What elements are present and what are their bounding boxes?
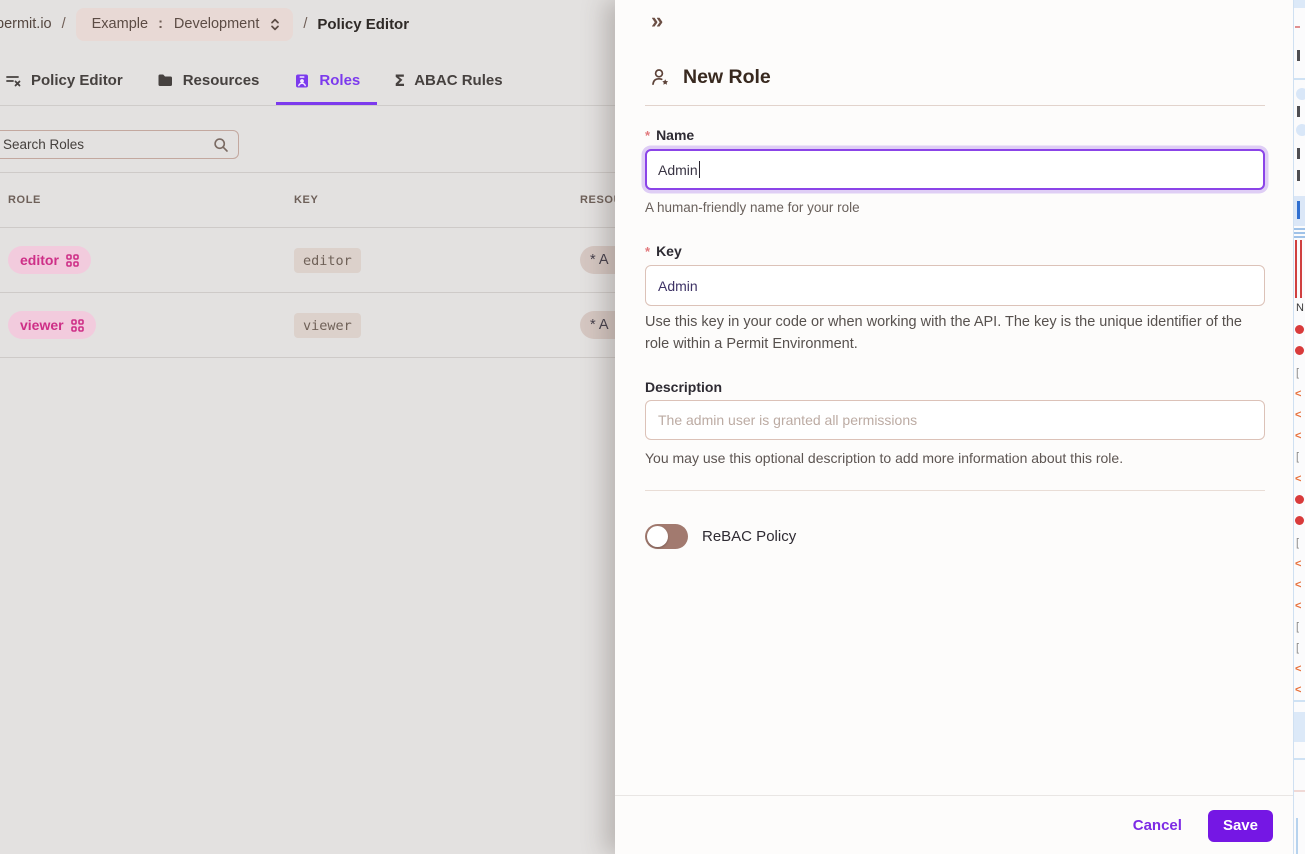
required-asterisk: * xyxy=(645,128,651,143)
orange-angle-glyph: < xyxy=(1295,430,1302,442)
grid-icon xyxy=(70,318,84,332)
new-role-person-icon xyxy=(651,68,670,87)
toggle-knob xyxy=(647,526,668,547)
collapse-drawer-icon[interactable]: » xyxy=(651,8,663,34)
role-badge-icon xyxy=(293,72,310,89)
key-input-box xyxy=(645,265,1265,306)
new-role-drawer: » New Role * Name Admin A human-friendly … xyxy=(615,0,1293,854)
project-env-divider: : xyxy=(158,16,164,32)
bracket-glyph: [ xyxy=(1296,642,1300,654)
key-input[interactable] xyxy=(658,277,1252,294)
role-badge-viewer[interactable]: viewer xyxy=(8,311,96,339)
tab-label: Policy Editor xyxy=(31,72,123,89)
tab-label: Resources xyxy=(182,72,260,89)
red-dot-glyph xyxy=(1295,346,1304,355)
red-dot-glyph xyxy=(1295,516,1304,525)
blue-block-glyph xyxy=(1294,712,1305,742)
rebac-policy-toggle[interactable] xyxy=(645,524,688,549)
text-caret xyxy=(698,161,701,178)
red-dot-glyph xyxy=(1295,325,1304,334)
search-roles-box xyxy=(0,130,239,159)
search-icon xyxy=(213,137,229,153)
tab-roles[interactable]: Roles xyxy=(276,59,378,105)
policy-editor-icon xyxy=(5,72,22,89)
red-dot-glyph xyxy=(1295,495,1304,504)
project-name: Example xyxy=(91,16,149,32)
cancel-button[interactable]: Cancel xyxy=(1133,817,1182,834)
ibar-glyph xyxy=(1297,170,1300,181)
save-button[interactable]: Save xyxy=(1207,809,1273,842)
orange-angle-glyph: < xyxy=(1295,388,1302,400)
blue-blob-glyph xyxy=(1296,88,1305,100)
chevron-up-down-icon xyxy=(269,17,281,32)
red-lines-glyph xyxy=(1295,240,1305,298)
blue-vline-glyph xyxy=(1296,818,1298,854)
breadcrumb: permit.io / Example : Development / Poli… xyxy=(0,0,409,48)
letter-glyph: N xyxy=(1296,302,1304,314)
blue-blob-glyph xyxy=(1296,124,1305,136)
blue-hr-glyph xyxy=(1294,700,1305,702)
red-dash-glyph xyxy=(1295,26,1300,28)
breadcrumb-page-title: Policy Editor xyxy=(317,15,410,33)
role-badge-label: editor xyxy=(20,252,59,268)
name-input[interactable]: Admin xyxy=(645,149,1265,190)
role-key-chip: editor xyxy=(294,248,361,273)
ibar-glyph xyxy=(1297,50,1300,61)
pink-hr-glyph xyxy=(1294,790,1305,792)
environment-selector[interactable]: Example : Development xyxy=(75,7,294,41)
description-input[interactable] xyxy=(658,412,1252,428)
blue-hr-glyph xyxy=(1294,78,1305,80)
selected-glyph xyxy=(1294,196,1305,226)
name-label: * Name xyxy=(645,127,695,143)
ibar-glyph xyxy=(1297,106,1300,117)
blue-bars-glyph xyxy=(1294,228,1305,238)
tab-policy-editor[interactable]: Policy Editor xyxy=(0,59,140,105)
blue-hr-glyph xyxy=(1294,758,1305,760)
orange-angle-glyph: < xyxy=(1295,409,1302,421)
description-input-box xyxy=(645,400,1265,440)
description-label: Description xyxy=(645,379,723,395)
orange-angle-glyph: < xyxy=(1295,600,1302,612)
breadcrumb-org-link[interactable]: permit.io xyxy=(0,16,52,32)
grid-icon xyxy=(66,253,79,267)
rebac-policy-label: ReBAC Policy xyxy=(702,528,797,545)
drawer-footer: Cancel Save xyxy=(615,795,1293,854)
tab-abac-rules[interactable]: Σ ABAC Rules xyxy=(377,59,519,105)
orange-angle-glyph: < xyxy=(1295,579,1302,591)
role-key-chip: viewer xyxy=(294,313,361,338)
tab-label: Roles xyxy=(319,72,361,89)
side-window-sliver: N [ < < < [ < [ < < < [ [ < < xyxy=(1293,0,1305,854)
key-label: * Key xyxy=(645,243,682,259)
column-header-key: KEY xyxy=(294,193,319,206)
orange-angle-glyph: < xyxy=(1295,663,1302,675)
role-badge-editor[interactable]: editor xyxy=(8,246,91,274)
breadcrumb-separator: / xyxy=(303,16,308,32)
sigma-icon: Σ xyxy=(394,71,406,90)
environment-name: Development xyxy=(173,16,260,32)
orange-angle-glyph: < xyxy=(1295,473,1302,485)
drawer-title: New Role xyxy=(683,66,771,88)
role-badge-label: viewer xyxy=(20,317,64,333)
title-divider xyxy=(645,105,1265,106)
column-header-role: ROLE xyxy=(8,193,41,206)
bracket-glyph: [ xyxy=(1296,537,1300,549)
orange-angle-glyph: < xyxy=(1295,684,1302,696)
bracket-glyph: [ xyxy=(1296,451,1300,463)
name-help-text: A human-friendly name for your role xyxy=(645,200,860,215)
key-help-text: Use this key in your code or when workin… xyxy=(645,314,1242,352)
search-roles-input[interactable] xyxy=(0,137,213,152)
folder-icon xyxy=(157,72,174,89)
bracket-glyph: [ xyxy=(1296,621,1300,633)
section-divider xyxy=(645,490,1265,491)
required-asterisk: * xyxy=(645,244,651,259)
tab-resources[interactable]: Resources xyxy=(140,59,277,105)
tab-label: ABAC Rules xyxy=(414,72,503,89)
ibar-glyph xyxy=(1297,148,1300,159)
orange-angle-glyph: < xyxy=(1295,558,1302,570)
bracket-glyph: [ xyxy=(1296,367,1300,379)
name-input-value: Admin xyxy=(658,161,698,178)
breadcrumb-separator: / xyxy=(61,16,66,32)
blue-block-glyph xyxy=(1294,0,1305,8)
description-help-text: You may use this optional description to… xyxy=(645,450,1124,466)
